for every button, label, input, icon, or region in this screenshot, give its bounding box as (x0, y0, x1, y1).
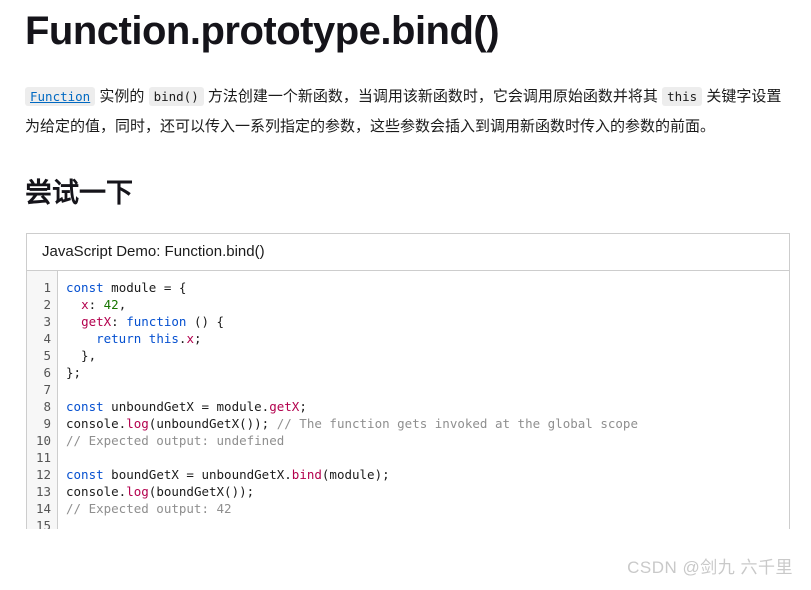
code-token: ; (299, 399, 307, 414)
code-token: bind (291, 467, 322, 482)
intro-text-1: 实例的 (95, 88, 149, 105)
code-token: console. (66, 484, 127, 499)
code-token: , (118, 297, 127, 312)
code-token: log (126, 484, 149, 499)
code-line: const module = { (66, 279, 789, 296)
code-token: () { (186, 314, 225, 329)
intro-text-2: 方法创建一个新函数，当调用该新函数时，它会调用原始函数并将其 (203, 88, 663, 105)
code-token: this (148, 331, 179, 346)
page-title: Function.prototype.bind() (25, 9, 500, 53)
code-token: const (66, 280, 104, 295)
code-token: module = { (103, 280, 187, 295)
code-token: x (186, 331, 194, 346)
line-number: 8 (43, 399, 51, 414)
code-line: const boundGetX = unboundGetX.bind(modul… (66, 466, 789, 483)
line-number: 4 (43, 331, 51, 346)
line-number: 11 (35, 450, 51, 465)
code-line: const unboundGetX = module.getX; (66, 398, 789, 415)
line-number: 9 (43, 416, 51, 431)
code-line: console.log(unboundGetX()); // The funct… (66, 415, 789, 432)
code-panel-header: JavaScript Demo: Function.bind() (27, 234, 789, 271)
line-number-gutter: 1 2 3 4 5 6 7 8 9 10 11 12 13 14 15 (27, 271, 58, 529)
code-line: return this.x; (66, 330, 789, 347)
code-token: function (126, 314, 187, 329)
code-token: log (126, 416, 149, 431)
line-number: 13 (35, 484, 51, 499)
code-line: }; (66, 364, 789, 381)
code-token: 42 (103, 297, 119, 312)
code-editor-lines[interactable]: const module = { x: 42, getX: function (… (58, 271, 789, 529)
code-token: getX (81, 314, 112, 329)
line-number: 6 (43, 365, 51, 380)
code-token: (module); (321, 467, 390, 482)
code-token: const (66, 399, 104, 414)
code-line: getX: function () { (66, 313, 789, 330)
code-token: boundGetX = unboundGetX. (103, 467, 292, 482)
code-token: // Expected output: 42 (66, 501, 232, 516)
code-token: (boundGetX()); (148, 484, 255, 499)
code-body: 1 2 3 4 5 6 7 8 9 10 11 12 13 14 15 const module = { x… (27, 271, 789, 529)
line-number: 2 (43, 297, 51, 312)
code-token: console. (66, 416, 127, 431)
code-line: // Expected output: 42 (66, 500, 789, 517)
code-token: // Expected output: undefined (66, 433, 285, 448)
line-number: 5 (43, 348, 51, 363)
line-number: 14 (35, 501, 51, 516)
code-line: x: 42, (66, 296, 789, 313)
code-token: (unboundGetX()); (148, 416, 277, 431)
code-token: : (111, 314, 127, 329)
bind-code-chip: bind() (148, 87, 204, 106)
csdn-watermark: CSDN @剑九 六千里 (627, 558, 793, 577)
line-number: 10 (35, 433, 51, 448)
code-token: }; (66, 365, 82, 380)
code-token: }, (66, 348, 97, 363)
code-token: // The function gets invoked at the glob… (276, 416, 638, 431)
code-token: return (96, 331, 142, 346)
code-demo-panel: JavaScript Demo: Function.bind() 1234567… (26, 233, 790, 529)
line-number: 7 (43, 382, 51, 397)
code-token: getX (269, 399, 300, 414)
function-link-chip[interactable]: Function (25, 87, 96, 106)
article-page: Function.prototype.bind() Function 实例的 b… (0, 0, 811, 590)
code-line: // Expected output: undefined (66, 432, 789, 449)
line-number: 15 (35, 518, 51, 529)
code-line: console.log(boundGetX()); (66, 483, 789, 500)
code-token: ; (193, 331, 202, 346)
code-token: x (81, 297, 89, 312)
code-line: }, (66, 347, 789, 364)
line-number: 3 (43, 314, 51, 329)
intro-paragraph: Function 实例的 bind() 方法创建一个新函数，当调用该新函数时，它… (20, 82, 791, 142)
code-token: const (66, 467, 104, 482)
code-token: : (88, 297, 104, 312)
section-heading-try-it: 尝试一下 (25, 178, 133, 208)
line-number: 12 (35, 467, 51, 482)
code-token: unboundGetX = module. (103, 399, 270, 414)
this-code-chip: this (662, 87, 703, 106)
line-number: 1 (43, 280, 51, 295)
